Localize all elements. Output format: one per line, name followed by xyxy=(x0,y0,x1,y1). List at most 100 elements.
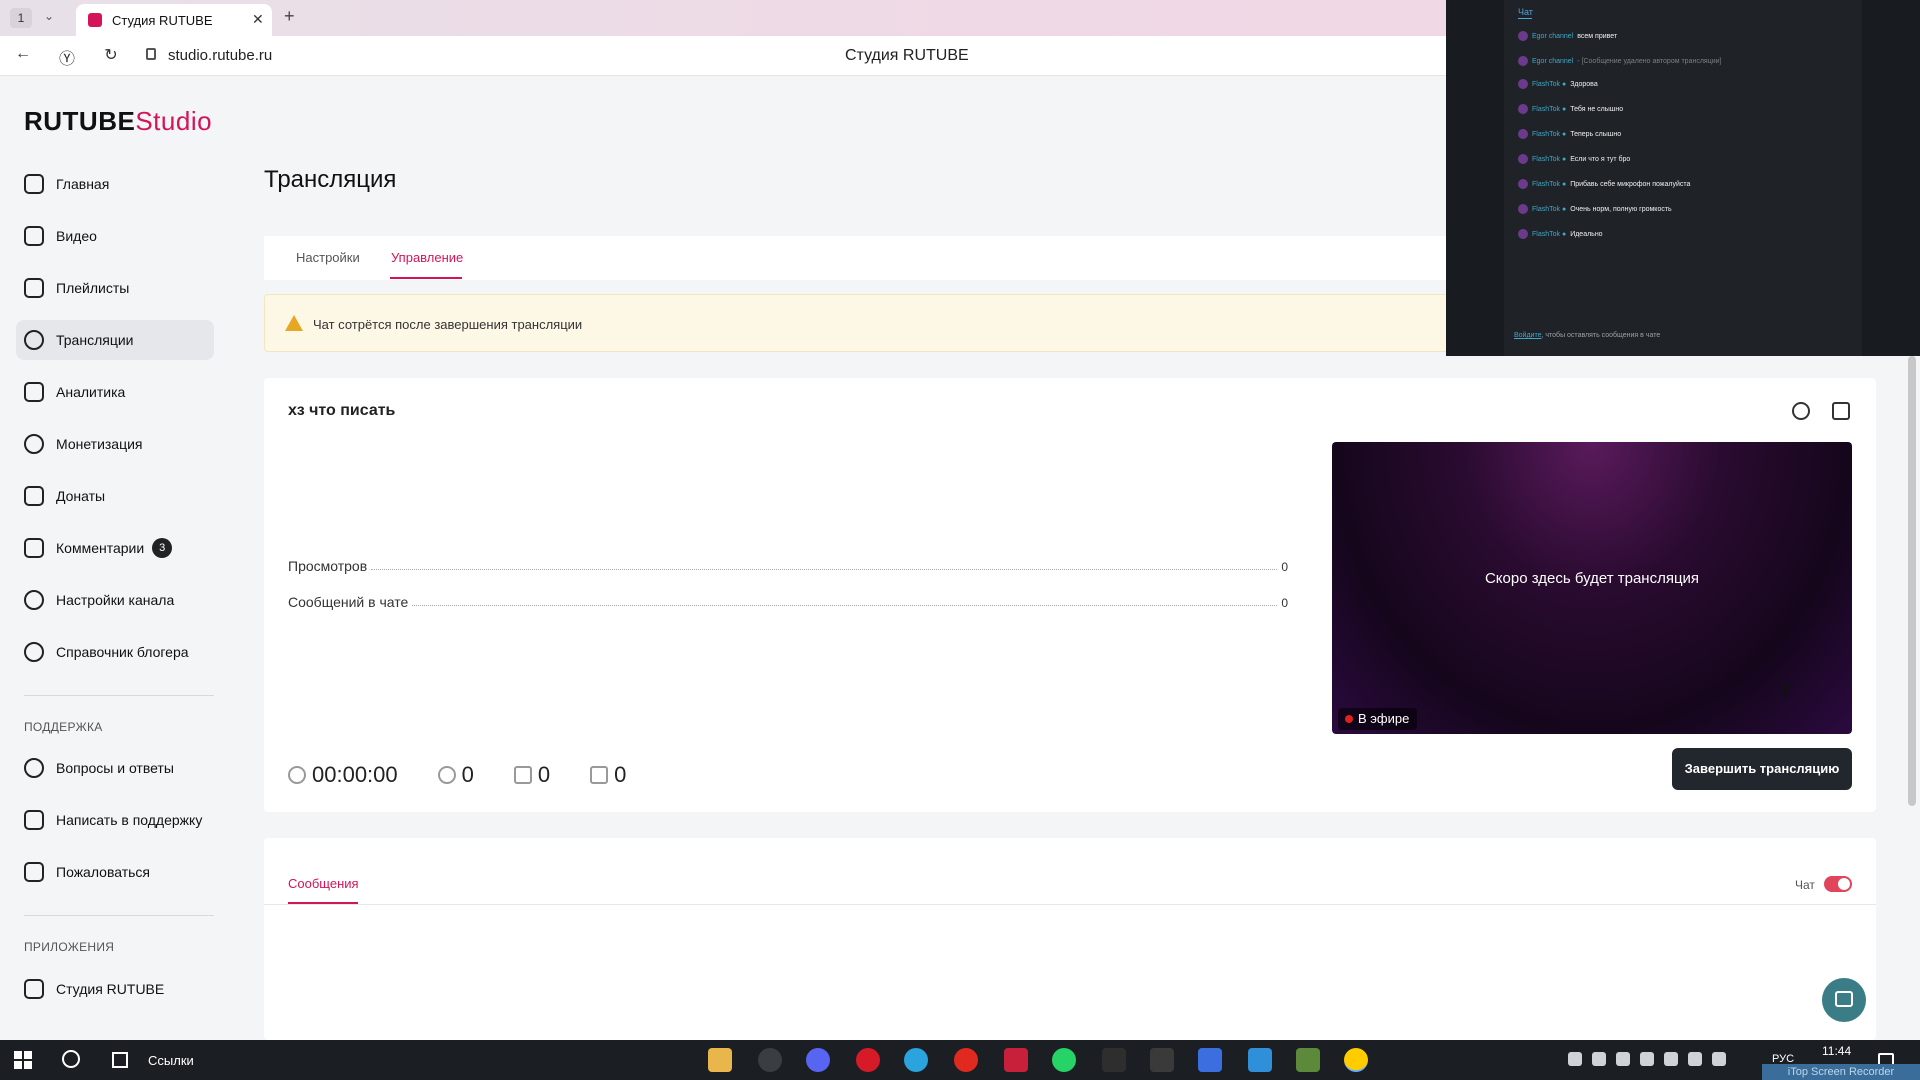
tab-counter[interactable]: 1 xyxy=(10,8,32,28)
broadcast-icon xyxy=(24,330,44,350)
chat-title[interactable]: Чат xyxy=(1518,7,1533,17)
share-icon[interactable] xyxy=(1792,402,1810,420)
chat-message: FlashTok ● Тебя не слышно xyxy=(1518,104,1623,114)
support-chat-button[interactable] xyxy=(1822,978,1866,1022)
scrollbar[interactable] xyxy=(1908,356,1916,806)
app-icon[interactable] xyxy=(1198,1048,1222,1072)
chat-message: Egor channel - [Сообщение удалено авторо… xyxy=(1518,56,1721,66)
live-badge: В эфире xyxy=(1338,708,1418,730)
browser-tab[interactable]: Студия RUTUBE ✕ xyxy=(76,4,272,36)
sidebar-item-broadcasts[interactable]: Трансляции xyxy=(16,320,214,360)
yandex-browser-icon[interactable] xyxy=(954,1048,978,1072)
sidebar-item-faq[interactable]: Вопросы и ответы xyxy=(16,748,214,788)
yandex-icon[interactable]: Ⓨ xyxy=(56,45,78,69)
tray-wifi-icon[interactable] xyxy=(1712,1052,1726,1066)
tray-app-icon[interactable] xyxy=(1688,1052,1702,1066)
playlist-icon xyxy=(24,278,44,298)
chat-message: FlashTok ● Прибавь себе микрофон пожалуй… xyxy=(1518,179,1690,189)
info-icon xyxy=(24,642,44,662)
tray-network-icon[interactable] xyxy=(1640,1052,1654,1066)
sidebar-item-comments[interactable]: Комментарии 3 xyxy=(16,528,214,568)
rutube-studio-logo[interactable]: RUTUBEStudio xyxy=(24,106,212,137)
tab-title: Студия RUTUBE xyxy=(112,13,213,28)
sidebar-item-video[interactable]: Видео xyxy=(16,216,214,256)
avatar xyxy=(1518,79,1528,89)
yandex-active-icon[interactable] xyxy=(1344,1048,1368,1072)
links-toolbar[interactable]: Ссылки xyxy=(148,1053,194,1068)
chat-panel xyxy=(1504,0,1862,356)
task-view-icon[interactable] xyxy=(112,1052,128,1068)
tray-shield-icon[interactable] xyxy=(1664,1052,1678,1066)
sidebar-item-report[interactable]: Пожаловаться xyxy=(16,852,214,892)
roblox-icon[interactable] xyxy=(1102,1048,1126,1072)
clock-icon xyxy=(288,766,306,784)
roblox-studio-icon[interactable] xyxy=(1150,1048,1174,1072)
tray-monitor-icon[interactable] xyxy=(1592,1052,1606,1066)
end-broadcast-button[interactable]: Завершить трансляцию xyxy=(1672,748,1852,790)
avatar xyxy=(1518,104,1528,114)
tray-chevron-icon[interactable] xyxy=(1568,1052,1582,1066)
active-tab-underline xyxy=(390,277,462,279)
avatar xyxy=(1518,56,1528,66)
chat-popout-window: Чат Egor channel всем привет Egor channe… xyxy=(1446,0,1920,356)
tabs-bar: Настройки Управление xyxy=(264,236,1464,280)
back-icon[interactable]: ← xyxy=(12,45,34,63)
sidebar: RUTUBEStudio Главная Видео Плейлисты Тра… xyxy=(0,76,230,1040)
new-tab-icon[interactable]: + xyxy=(284,6,295,27)
sidebar-item-write-support[interactable]: Написать в поддержку xyxy=(16,800,214,840)
apps-section-title: ПРИЛОЖЕНИЯ xyxy=(24,940,115,954)
file-explorer-icon[interactable] xyxy=(708,1048,732,1072)
whatsapp-icon[interactable] xyxy=(1052,1048,1076,1072)
analytics-icon xyxy=(24,382,44,402)
tab-settings[interactable]: Настройки xyxy=(296,250,360,265)
sidebar-item-donations[interactable]: Донаты xyxy=(16,476,214,516)
sidebar-item-playlists[interactable]: Плейлисты xyxy=(16,268,214,308)
sidebar-item-blogger-guide[interactable]: Справочник блогера xyxy=(16,632,214,672)
tab-messages[interactable]: Сообщения xyxy=(288,876,359,891)
lock-icon xyxy=(146,48,156,60)
close-icon[interactable]: ✕ xyxy=(252,11,264,28)
live-dot-icon xyxy=(1345,715,1353,723)
page-title: Трансляция xyxy=(264,166,397,193)
rutube-favicon-icon xyxy=(88,13,102,27)
minecraft-icon[interactable] xyxy=(1296,1048,1320,1072)
stream-preview[interactable]: Скоро здесь будет трансляция В эфире xyxy=(1332,442,1852,734)
question-icon xyxy=(24,758,44,778)
reload-icon[interactable]: ↻ xyxy=(100,45,122,65)
stream-counters: 00:00:00 0 0 0 xyxy=(288,762,666,788)
external-link-icon[interactable] xyxy=(1832,402,1850,420)
telegram-icon[interactable] xyxy=(904,1048,928,1072)
stream-card: хз что писать Просмотров 0 Сообщений в ч… xyxy=(264,378,1876,812)
avatar xyxy=(1518,179,1528,189)
paint-icon[interactable] xyxy=(1248,1048,1272,1072)
search-icon[interactable] xyxy=(62,1050,80,1068)
chat-message: FlashTok ● Здорова xyxy=(1518,79,1598,89)
clock[interactable]: 11:44 xyxy=(1822,1044,1851,1058)
avatar xyxy=(1518,204,1528,214)
tray-mic-icon[interactable] xyxy=(1616,1052,1630,1066)
chevron-down-icon[interactable]: ⌄ xyxy=(44,9,54,23)
tab-management[interactable]: Управление xyxy=(391,250,463,265)
sidebar-item-monetization[interactable]: Монетизация xyxy=(16,424,214,464)
login-link[interactable]: Войдите xyxy=(1514,332,1542,339)
support-section-title: ПОДДЕРЖКА xyxy=(24,720,103,734)
page-title-header: Студия RUTUBE xyxy=(845,47,969,64)
windows-taskbar: Ссылки РУС 11:44 xyxy=(0,1040,1920,1080)
recorder-app-icon[interactable] xyxy=(1004,1048,1028,1072)
windows-start-icon[interactable] xyxy=(14,1051,32,1069)
sidebar-item-channel-settings[interactable]: Настройки канала xyxy=(16,580,214,620)
chat-login-prompt: Войдите, чтобы оставлять сообщения в чат… xyxy=(1514,332,1661,339)
thumbs-up-icon xyxy=(513,766,532,784)
obs-icon[interactable] xyxy=(758,1048,782,1072)
discord-icon[interactable] xyxy=(806,1048,830,1072)
home-icon xyxy=(24,174,44,194)
sidebar-item-analytics[interactable]: Аналитика xyxy=(16,372,214,412)
sidebar-item-studio-rutube[interactable]: Студия RUTUBE xyxy=(16,969,214,1009)
chat-toggle[interactable] xyxy=(1824,876,1852,892)
stream-name: хз что писать xyxy=(288,402,396,419)
opera-icon[interactable] xyxy=(856,1048,880,1072)
comments-count-badge: 3 xyxy=(152,538,173,558)
url-field[interactable]: studio.rutube.ru xyxy=(168,47,272,64)
sidebar-item-home[interactable]: Главная xyxy=(16,164,214,204)
chat-message: FlashTok ● Если что я тут бро xyxy=(1518,154,1630,164)
